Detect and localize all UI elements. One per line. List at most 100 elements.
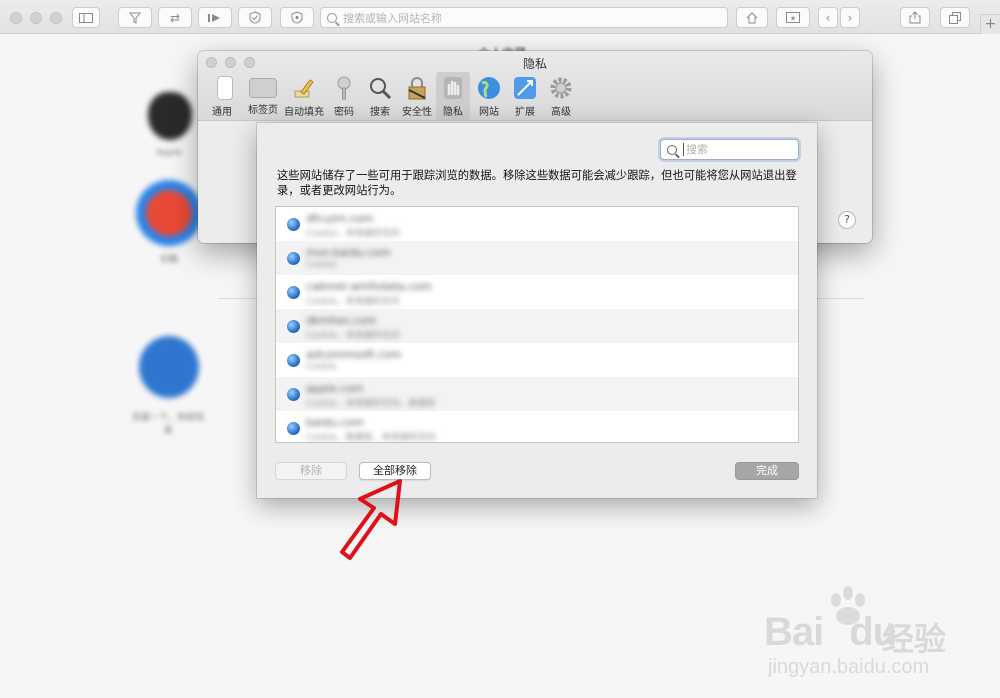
passwords-key-icon (332, 76, 356, 100)
chevron-left-icon: ‹ (825, 10, 831, 25)
tab-passwords-label: 密码 (334, 107, 354, 118)
site-name: dkmhes.com (306, 314, 377, 327)
sidebar-button[interactable] (72, 7, 100, 28)
website-search-input[interactable] (683, 143, 793, 156)
website-data-list[interactable]: dfcuzm.com Cookie，本地储存空间 msn.baidu.com C… (275, 206, 799, 443)
translate-button[interactable]: ⇄ (158, 7, 192, 28)
site-data-types: Cookie，数据库，本地储存空间 (306, 433, 436, 443)
tab-privacy[interactable]: 隐私 (436, 72, 470, 120)
tab-extensions[interactable]: 扩展 (508, 72, 542, 120)
tab-autofill-label: 自动填充 (284, 107, 324, 118)
privacy-hand-icon (441, 76, 465, 100)
tab-passwords[interactable]: 密码 (328, 72, 360, 120)
watermark-url: jingyan.baidu.com (768, 656, 930, 678)
address-bar[interactable]: 搜索或输入网站名称 (320, 7, 728, 28)
tab-search-label: 搜索 (370, 107, 390, 118)
search-icon (368, 76, 392, 100)
globe-icon (287, 354, 300, 367)
shield-icon (291, 11, 303, 24)
favorite-caption: Apple (156, 148, 182, 158)
tab-general-label: 通用 (212, 107, 232, 118)
autofill-pencil-icon (292, 76, 316, 100)
site-name: cabinet.winfodata.com (306, 280, 432, 293)
back-button[interactable]: ‹ (818, 7, 838, 28)
tab-tabs[interactable]: 标签页 (244, 72, 282, 120)
list-item[interactable]: apple.com Cookie，本地储存空间，数据库 (276, 377, 798, 411)
tab-advanced[interactable]: 高级 (544, 72, 578, 120)
favorite-apple-icon[interactable] (144, 88, 196, 148)
tab-overview-button[interactable] (940, 7, 970, 28)
globe-icon (287, 218, 300, 231)
close-window-button[interactable] (10, 12, 22, 24)
list-item[interactable]: cabinet.winfodata.com Cookie，本地储存空间 (276, 275, 798, 309)
zoom-window-button[interactable] (50, 12, 62, 24)
globe-icon (287, 388, 300, 401)
share-button[interactable] (900, 7, 930, 28)
search-icon (327, 12, 337, 23)
list-item[interactable]: dkmhes.com Cookie，本地储存空间 (276, 309, 798, 343)
watermark-brand: Bai du (764, 610, 897, 654)
bookmarks-button[interactable]: ★ (776, 7, 810, 28)
shield-button[interactable] (238, 7, 272, 28)
favorite-youku-icon[interactable] (136, 180, 202, 246)
list-item[interactable]: dfcuzm.com Cookie，本地储存空间 (276, 207, 798, 241)
preferences-toolbar: 隐私 通用 标签页 自动填充 密码 搜索 安全性 隐私 网站 扩展 高级 (198, 51, 872, 121)
share-icon (909, 11, 921, 24)
tab-search[interactable]: 搜索 (364, 72, 396, 120)
site-data-types: Cookie，本地储存空间 (306, 297, 400, 307)
extensions-icon (513, 76, 537, 100)
tab-security[interactable]: 安全性 (398, 72, 436, 120)
tab-general[interactable]: 通用 (212, 72, 238, 120)
privacy-shield-button[interactable] (280, 7, 314, 28)
site-data-types: Cookie，本地储存空间 (306, 331, 400, 341)
sidebar-icon (79, 12, 93, 23)
site-name: adcommsoft.com (306, 348, 402, 361)
new-tab-button[interactable]: + (980, 14, 1000, 34)
tab-advanced-label: 高级 (551, 107, 571, 118)
site-data-types: Cookie，本地储存空间，数据库 (306, 399, 436, 409)
site-data-types: Cookie (306, 362, 337, 372)
chevron-right-icon: › (847, 10, 853, 25)
list-item[interactable]: msn.baidu.com Cookie (276, 241, 798, 275)
advanced-gear-icon (549, 76, 573, 100)
tab-websites-label: 网站 (479, 107, 499, 118)
remove-button[interactable]: 移除 (275, 462, 347, 480)
globe-icon (287, 252, 300, 265)
done-button[interactable]: 完成 (735, 462, 799, 480)
translate-icon: ⇄ (169, 10, 181, 25)
preferences-title: 隐私 (522, 57, 547, 71)
tab-extensions-label: 扩展 (515, 107, 535, 118)
watermark-cn: 经验 (882, 620, 947, 658)
tab-websites[interactable]: 网站 (472, 72, 506, 120)
filter-button[interactable] (118, 7, 152, 28)
website-search-field[interactable] (660, 139, 799, 160)
minimize-window-button[interactable] (30, 12, 42, 24)
favorite-caption: 百度一下，你就知道 (131, 413, 204, 436)
globe-icon (287, 422, 300, 435)
svg-text:★: ★ (790, 15, 796, 23)
baidu-jingyan-watermark: Bai du 经验 jingyan.baidu.com (764, 586, 984, 686)
bookmark-star-icon: ★ (786, 12, 800, 23)
play-icon (208, 13, 220, 22)
media-button[interactable] (198, 7, 232, 28)
site-data-types: Cookie (306, 260, 337, 270)
search-icon (667, 144, 677, 155)
safari-toolbar: ⇄ 搜索或输入网站名称 ★ ‹ › + (0, 0, 1000, 34)
tab-autofill[interactable]: 自动填充 (282, 72, 326, 120)
website-data-sheet: 这些网站储存了一些可用于跟踪浏览的数据。移除这些数据可能会减少跟踪，但也可能将您… (257, 123, 817, 498)
tab-security-label: 安全性 (402, 107, 432, 118)
website-data-description: 这些网站储存了一些可用于跟踪浏览的数据。移除这些数据可能会减少跟踪，但也可能将您… (277, 169, 797, 197)
address-placeholder: 搜索或输入网站名称 (343, 11, 442, 25)
shield-check-icon (249, 11, 261, 24)
home-button[interactable] (736, 7, 768, 28)
websites-globe-icon (477, 76, 501, 100)
help-button[interactable]: ? (838, 211, 856, 229)
list-item[interactable]: adcommsoft.com Cookie (276, 343, 798, 377)
favorite-baidu-icon[interactable] (134, 336, 204, 416)
forward-button[interactable]: › (840, 7, 860, 28)
list-item[interactable]: baidu.com Cookie，数据库，本地储存空间 (276, 411, 798, 443)
site-name: baidu.com (306, 416, 364, 429)
favorite-caption: 优酷 (160, 255, 179, 265)
site-name: dfcuzm.com (306, 212, 374, 225)
security-lock-icon (405, 76, 429, 100)
